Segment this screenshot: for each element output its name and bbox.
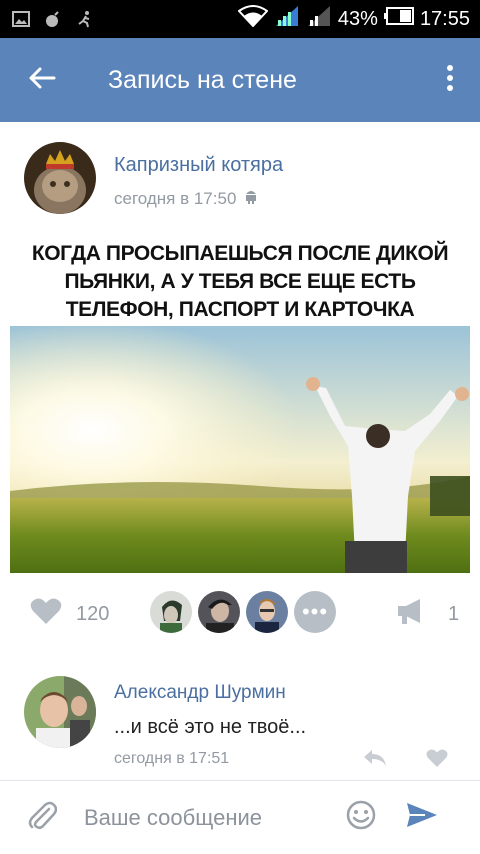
post-header: Капризный котяра сегодня в 17:50: [0, 140, 480, 220]
emoji-button[interactable]: [344, 799, 378, 836]
signal-2-icon: [306, 4, 332, 34]
back-button[interactable]: [12, 38, 72, 122]
comment-time: сегодня в 17:51: [114, 750, 230, 767]
commenter-avatar[interactable]: [24, 676, 96, 748]
runner-icon: [76, 10, 94, 28]
arrow-left-icon: [28, 66, 56, 95]
reply-button[interactable]: [362, 748, 390, 770]
smiley-icon: [345, 799, 377, 836]
paperclip-icon: [27, 799, 58, 836]
signal-icon: [274, 4, 300, 34]
reply-icon: [362, 750, 388, 772]
liker-avatar[interactable]: [198, 591, 240, 633]
post-photo[interactable]: [10, 326, 470, 573]
app-bar: Запись на стене: [0, 38, 480, 122]
like-button[interactable]: 120: [30, 597, 109, 631]
comment-author[interactable]: Александр Шурмин: [114, 682, 286, 704]
liker-avatar[interactable]: [150, 591, 192, 633]
send-button[interactable]: [402, 798, 442, 838]
android-icon: [244, 188, 258, 209]
heart-icon: [426, 749, 448, 772]
more-button[interactable]: [430, 38, 470, 122]
post-text: КОГДА ПРОСЫПАЕШЬСЯ ПОСЛЕ ДИКОЙ ПЬЯНКИ, А…: [31, 242, 449, 321]
battery-icon: [383, 7, 414, 31]
page-title: Запись на стене: [108, 65, 297, 94]
more-likers-button[interactable]: •••: [294, 591, 336, 633]
heart-icon: [30, 597, 62, 631]
wifi-icon: [237, 5, 269, 33]
status-bar: 43% 17:55: [0, 0, 480, 38]
bomb-icon: [44, 10, 62, 28]
liker-avatar[interactable]: [246, 591, 288, 633]
comment-text: ...и всё это не твоё...: [114, 716, 307, 738]
author-avatar[interactable]: [24, 142, 96, 214]
post-time-row: сегодня в 17:50: [114, 188, 258, 209]
megaphone-icon: [396, 597, 426, 631]
likes-count: 120: [76, 602, 110, 625]
share-button[interactable]: 1: [396, 597, 459, 631]
comment: Александр Шурмин ...и всё это не твоё...…: [0, 670, 480, 780]
message-composer: [0, 781, 480, 854]
message-input[interactable]: [84, 804, 324, 831]
comment-like-button[interactable]: [426, 748, 450, 770]
shares-count: 1: [448, 602, 460, 625]
post-time: сегодня в 17:50: [114, 188, 237, 208]
post-actions: 120 ••• 1: [0, 585, 480, 637]
more-vertical-icon: [446, 64, 454, 96]
clock: 17:55: [419, 7, 470, 30]
gallery-icon: [12, 10, 30, 28]
send-icon: [405, 801, 439, 834]
attach-button[interactable]: [22, 798, 62, 838]
battery-percent: 43%: [337, 7, 378, 30]
post-author[interactable]: Капризный котяра: [114, 154, 283, 177]
